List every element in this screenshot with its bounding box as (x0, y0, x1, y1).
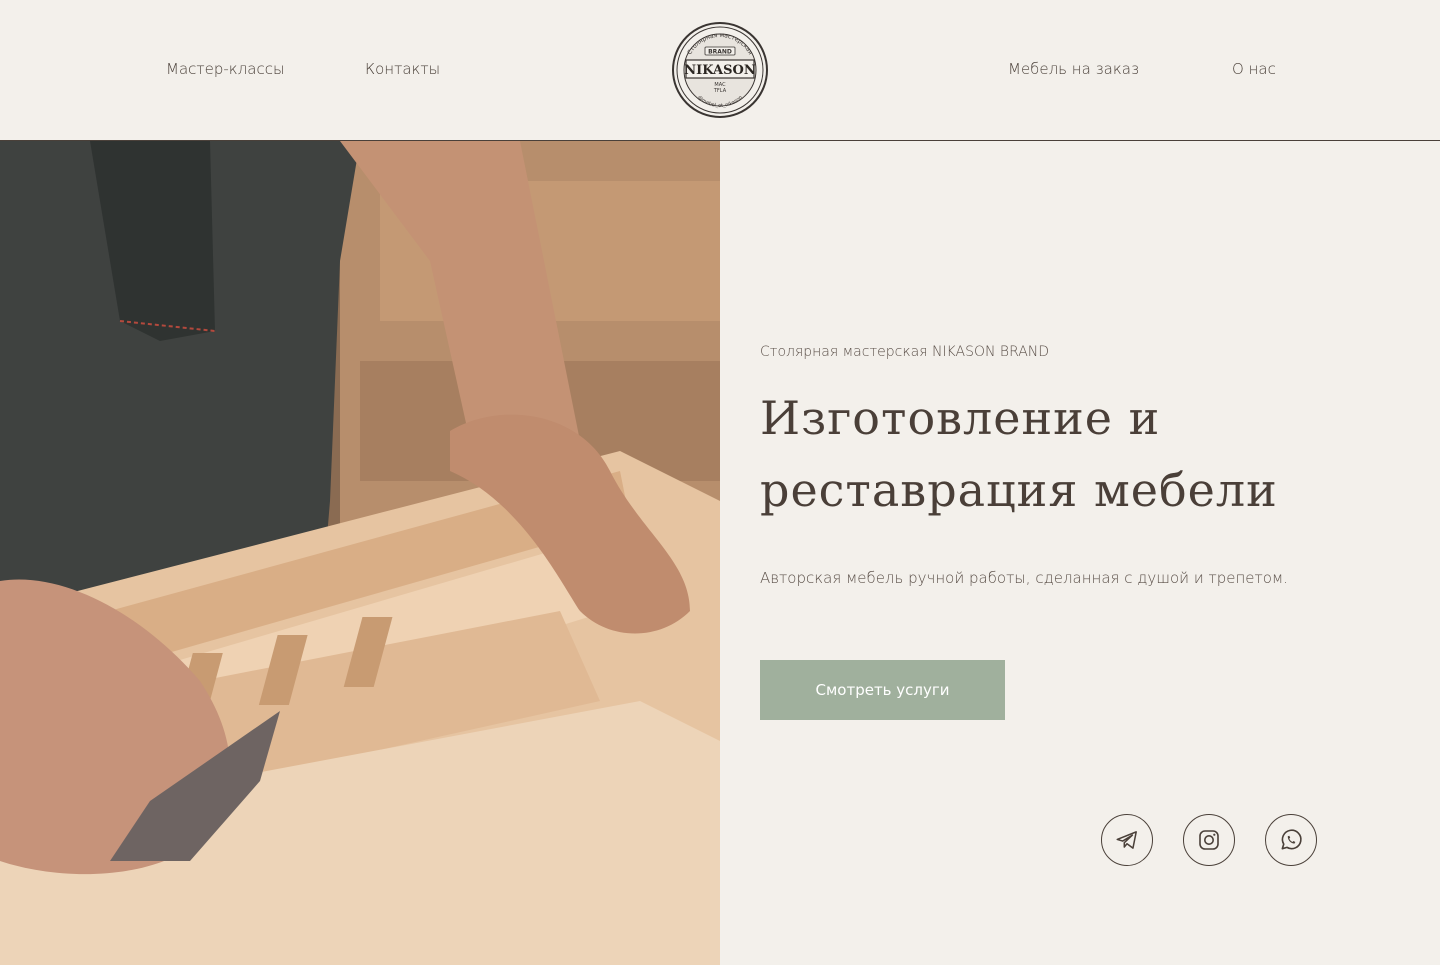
hero-headline: Изготовление и реставрация мебели (760, 391, 1278, 517)
telegram-icon (1116, 831, 1137, 849)
instagram-button[interactable] (1183, 814, 1235, 866)
logo-wordmark: NIKASON (684, 63, 756, 78)
whatsapp-button[interactable] (1265, 814, 1317, 866)
hero-subtext: Авторская мебель ручной работы, сделанна… (760, 569, 1288, 587)
nav-contacts[interactable]: Контакты (365, 60, 440, 78)
instagram-icon (1199, 830, 1219, 850)
svg-text:BRAND: BRAND (708, 49, 732, 56)
site-header: Мастер-классы Контакты Столярная мастерс… (0, 0, 1440, 141)
nav-about[interactable]: О нас (1232, 60, 1276, 78)
nav-master-classes[interactable]: Мастер-классы (166, 60, 284, 78)
nav-custom-furniture[interactable]: Мебель на заказ (1008, 60, 1139, 78)
hero-photo-woodworking (0, 141, 720, 965)
nikason-logo[interactable]: Столярная мастерская BRAND NIKASON MAC T… (671, 21, 769, 119)
whatsapp-icon (1281, 829, 1302, 850)
hero-eyebrow: Столярная мастерская NIKASON BRAND (760, 344, 1050, 360)
telegram-button[interactable] (1101, 814, 1153, 866)
view-services-button[interactable]: Смотреть услуги (760, 660, 1005, 720)
svg-text:TFLA: TFLA (713, 88, 727, 94)
